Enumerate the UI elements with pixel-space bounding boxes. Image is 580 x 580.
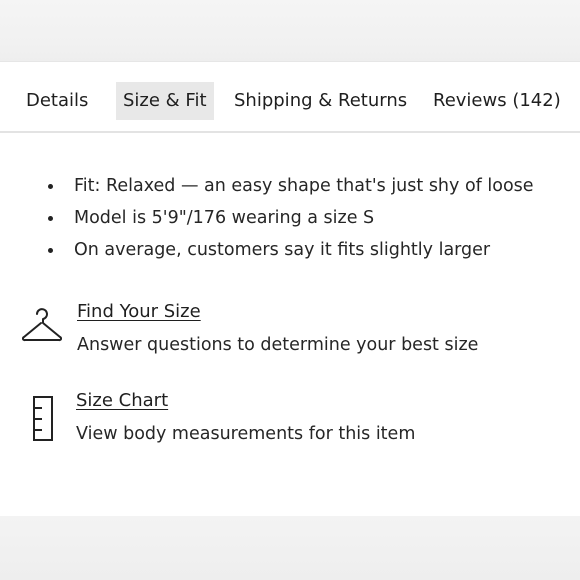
fit-notes-list: Fit: Relaxed — an easy shape that's just… <box>46 170 534 266</box>
product-tabs: Details Size & Fit Shipping & Returns Re… <box>0 80 580 130</box>
size-chart-description: View body measurements for this item <box>76 424 416 444</box>
hanger-icon <box>21 306 63 350</box>
list-item: Model is 5'9"/176 wearing a size S <box>46 202 534 234</box>
bullet-dot <box>48 248 53 253</box>
tab-size-and-fit[interactable]: Size & Fit <box>116 82 214 120</box>
fit-note-text: Fit: Relaxed — an easy shape that's just… <box>74 176 534 196</box>
bullet-dot <box>48 184 53 189</box>
list-item: Fit: Relaxed — an easy shape that's just… <box>46 170 534 202</box>
tab-shipping-and-returns[interactable]: Shipping & Returns <box>234 82 407 120</box>
find-your-size-description: Answer questions to determine your best … <box>77 335 479 355</box>
fit-note-text: Model is 5'9"/176 wearing a size S <box>74 208 375 228</box>
tabs-divider <box>0 131 580 133</box>
fit-note-text: On average, customers say it fits slight… <box>74 240 491 260</box>
tab-reviews[interactable]: Reviews (142) <box>433 82 561 120</box>
ruler-icon <box>22 395 62 449</box>
size-chart-link[interactable]: Size Chart <box>76 387 168 415</box>
blurred-header-area <box>0 0 580 62</box>
bullet-dot <box>48 216 53 221</box>
blurred-footer-area <box>0 516 580 580</box>
tab-details[interactable]: Details <box>26 82 88 120</box>
list-item: On average, customers say it fits slight… <box>46 234 534 266</box>
product-info-panel: Details Size & Fit Shipping & Returns Re… <box>0 0 580 580</box>
find-your-size-link[interactable]: Find Your Size <box>77 298 201 326</box>
